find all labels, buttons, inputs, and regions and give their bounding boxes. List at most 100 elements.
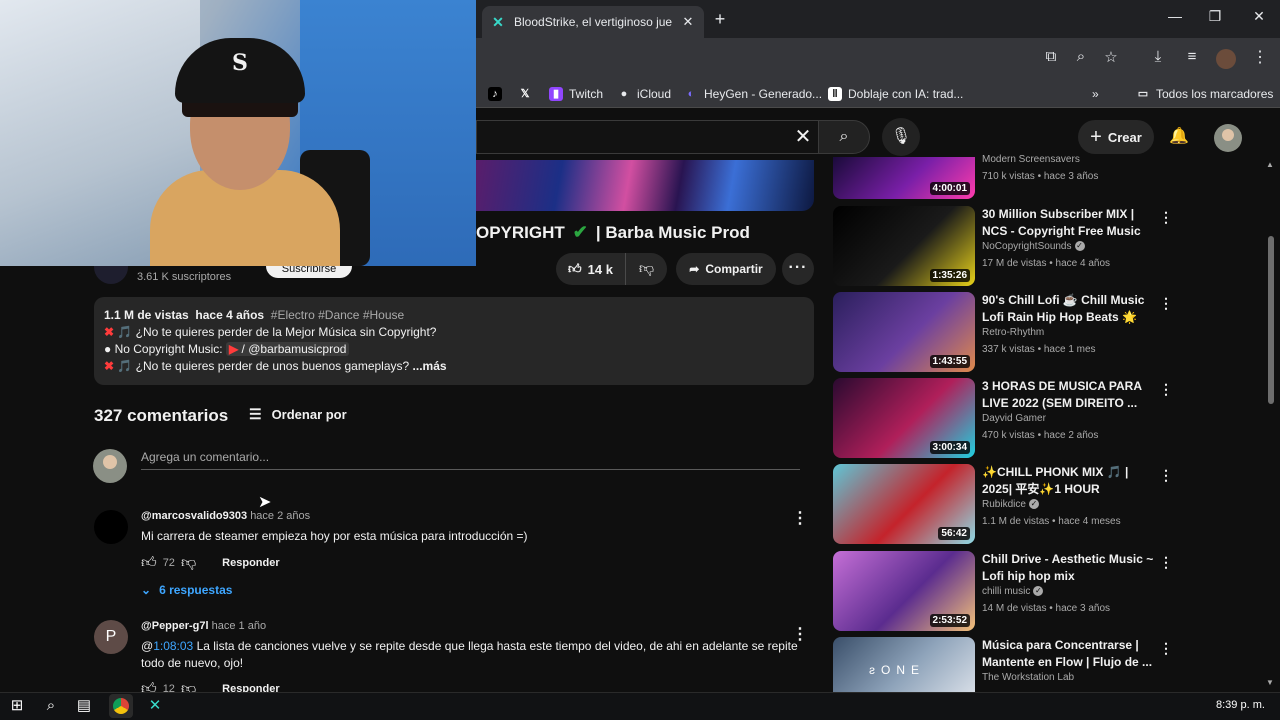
recommended-menu-icon[interactable]: ⋮ [1159, 468, 1173, 482]
recommended-video[interactable]: 1:43:55 90's Chill Lofi ☕ Chill Music Lof… [833, 292, 1178, 372]
comment-dislike-icon[interactable]: 👎︎ [181, 554, 196, 572]
recommended-menu-icon[interactable]: ⋮ [1159, 555, 1173, 569]
video-thumbnail[interactable]: 1:43:55 [833, 292, 975, 372]
clear-search-icon[interactable]: ✕ [792, 126, 814, 148]
comment-time[interactable]: hace 1 año [212, 620, 266, 632]
recommended-menu-icon[interactable]: ⋮ [1159, 641, 1173, 655]
recommended-video[interactable]: 4:00:01 Modern Screensavers 710 k vistas •… [833, 154, 1178, 199]
new-tab-button[interactable]: + [710, 10, 730, 30]
chrome-taskbar-icon[interactable] [109, 694, 133, 718]
like-button[interactable]: 👍︎ 14 k [556, 253, 626, 285]
recommended-channel-name[interactable]: The Workstation Lab [982, 672, 1074, 683]
sort-comments-button[interactable]: ☰ Ordenar por [249, 406, 347, 423]
commenter-avatar[interactable]: P [94, 620, 128, 654]
commenter-avatar[interactable] [94, 510, 128, 544]
recommended-channel-name[interactable]: Modern Screensavers [982, 154, 1080, 165]
channel-link[interactable]: ▶ / @barbamusicprod [225, 342, 350, 356]
page-scrollbar[interactable] [1268, 236, 1274, 404]
recommended-video[interactable]: 3:00:34 3 HORAS DE MUSICA PARA LIVE 2022 … [833, 378, 1178, 458]
browser-menu-icon[interactable]: ⋮ [1252, 46, 1268, 70]
taskbar-search-icon[interactable]: ⌕ [40, 696, 62, 716]
recommended-menu-icon[interactable]: ⋮ [1159, 382, 1173, 396]
maximize-button[interactable]: ❐ [1200, 8, 1230, 30]
bookmark-icloud[interactable]: ● iCloud [617, 86, 671, 102]
bookmark-heygen[interactable]: ◐ HeyGen - Generado... [684, 86, 822, 102]
comment-author[interactable]: @marcosvalido9303 [141, 510, 247, 522]
comment-author[interactable]: @Pepper-g7l [141, 620, 209, 632]
all-bookmarks-folder[interactable]: ▭ Todos los marcadores [1136, 86, 1274, 102]
video-thumbnail[interactable]: ƨONE [833, 637, 975, 692]
channel-name-text: Rubikdice [982, 499, 1026, 510]
comment-menu-icon[interactable]: ⋮ [792, 511, 808, 527]
twitch-icon: ▮ [549, 87, 563, 101]
recommended-menu-icon[interactable]: ⋮ [1159, 210, 1173, 224]
video-thumbnail[interactable]: 2:53:52 [833, 551, 975, 631]
zoom-icon[interactable]: ⌕ [1069, 48, 1093, 70]
bookmark-star-icon[interactable]: ☆ [1099, 48, 1123, 70]
verified-badge-icon: ✓ [1033, 586, 1044, 597]
video-description[interactable]: 1.1 M de vistas hace 4 años #Electro #Da… [94, 297, 814, 385]
timestamp-link[interactable]: 1:08:03 [153, 639, 193, 653]
video-thumbnail[interactable]: 3:00:34 [833, 378, 975, 458]
recommended-video-title[interactable]: Chill Drive - Aesthetic Music ~ Lofi hip… [982, 551, 1158, 585]
voice-search-button[interactable]: 🎙 [882, 118, 920, 156]
recommended-video-title[interactable]: Música para Concentrarse | Mantente en F… [982, 637, 1158, 671]
task-view-icon[interactable]: ▤ [73, 696, 95, 716]
dislike-button[interactable]: 👎︎ [626, 260, 667, 278]
media-control-icon[interactable]: ≡ [1180, 48, 1204, 70]
browser-profile-avatar[interactable] [1216, 49, 1236, 69]
recommended-video[interactable]: 1:35:26 30 Million Subscriber MIX | NCS -… [833, 206, 1178, 286]
download-icon[interactable]: ⤓ [1146, 48, 1170, 70]
scroll-down-arrow-icon[interactable]: ▼ [1266, 678, 1274, 687]
close-window-button[interactable]: ✕ [1244, 8, 1274, 30]
minimize-button[interactable]: — [1160, 8, 1190, 30]
search-button[interactable]: ⌕ [818, 120, 870, 154]
comment-menu-icon[interactable]: ⋮ [792, 627, 808, 643]
recommended-video-stats: 17 M de vistas • hace 4 años [982, 258, 1111, 269]
recommended-video-title[interactable]: ✨CHILL PHONK MIX 🎵 | 2025| 平安✨1 HOUR [982, 464, 1158, 498]
recommended-video[interactable]: 2:53:52 Chill Drive - Aesthetic Music ~ L… [833, 551, 1178, 631]
create-button[interactable]: + Crear [1078, 120, 1154, 154]
recommended-channel-name[interactable]: chilli music ✓ [982, 586, 1044, 597]
scroll-up-arrow-icon[interactable]: ▲ [1266, 160, 1274, 169]
bookmark-doblaje[interactable]: ‖ Doblaje con IA: trad... [828, 86, 963, 102]
recommended-video[interactable]: ƨONE Música para Concentrarse | Mantente … [833, 637, 1178, 692]
comment-like-icon[interactable]: 👍︎ [141, 554, 157, 572]
more-actions-button[interactable]: ··· [782, 253, 814, 285]
recommended-video[interactable]: 56:42 ✨CHILL PHONK MIX 🎵 | 2025| 平安✨1 HOU… [833, 464, 1178, 544]
video-thumbnail[interactable]: 56:42 [833, 464, 975, 544]
video-player[interactable] [476, 160, 814, 211]
youtube-icon: ▶ [228, 342, 239, 356]
recommended-channel-name[interactable]: Rubikdice ✓ [982, 499, 1039, 510]
recommended-video-title[interactable]: 3 HORAS DE MUSICA PARA LIVE 2022 (SEM DI… [982, 378, 1158, 412]
video-thumbnail[interactable]: 1:35:26 [833, 206, 975, 286]
reply-button[interactable]: Responder [222, 557, 279, 569]
install-app-icon[interactable]: ⧉ [1039, 48, 1063, 70]
bookmark-x[interactable]: 𝕏 [518, 86, 538, 102]
share-button[interactable]: ➦ Compartir [676, 253, 776, 285]
video-thumbnail[interactable]: 4:00:01 [833, 157, 975, 199]
bookmark-tiktok[interactable]: ♪ [488, 86, 508, 102]
tab-close-icon[interactable]: ✕ [680, 14, 696, 30]
notifications-bell-icon[interactable]: 🔔 [1166, 124, 1192, 150]
bloodstrike-taskbar-icon[interactable]: ✕ [144, 696, 166, 716]
recommended-menu-icon[interactable]: ⋮ [1159, 296, 1173, 310]
search-input[interactable] [476, 120, 818, 154]
youtube-account-avatar[interactable] [1214, 124, 1242, 152]
recommended-video-title[interactable]: 30 Million Subscriber MIX | NCS - Copyri… [982, 206, 1158, 240]
comment-text: @1:08:03 La lista de canciones vuelve y … [141, 639, 798, 670]
show-more-link[interactable]: ...más [413, 359, 447, 373]
windows-start-icon[interactable]: ⊞ [6, 696, 28, 716]
recommended-channel-name[interactable]: NoCopyrightSounds ✓ [982, 241, 1085, 252]
comment-text: Mi carrera de steamer empieza hoy por es… [141, 529, 528, 543]
show-replies-button[interactable]: ⌄ 6 respuestas [141, 583, 232, 597]
browser-tab-bloodstrike[interactable]: ✕ BloodStrike, el vertiginoso jueg ✕ [482, 6, 704, 38]
add-comment-input[interactable]: Agrega un comentario... [141, 450, 800, 470]
recommended-channel-name[interactable]: Dayvid Gamer [982, 413, 1046, 424]
recommended-video-title[interactable]: 90's Chill Lofi ☕ Chill Music Lofi Rain … [982, 292, 1158, 326]
bookmark-twitch[interactable]: ▮ Twitch [549, 86, 603, 102]
bookmarks-overflow-icon[interactable]: » [1092, 86, 1099, 102]
x-icon: 𝕏 [520, 88, 530, 100]
recommended-channel-name[interactable]: Retro-Rhythm [982, 327, 1044, 338]
hashtags[interactable]: #Electro #Dance #House [271, 308, 404, 322]
